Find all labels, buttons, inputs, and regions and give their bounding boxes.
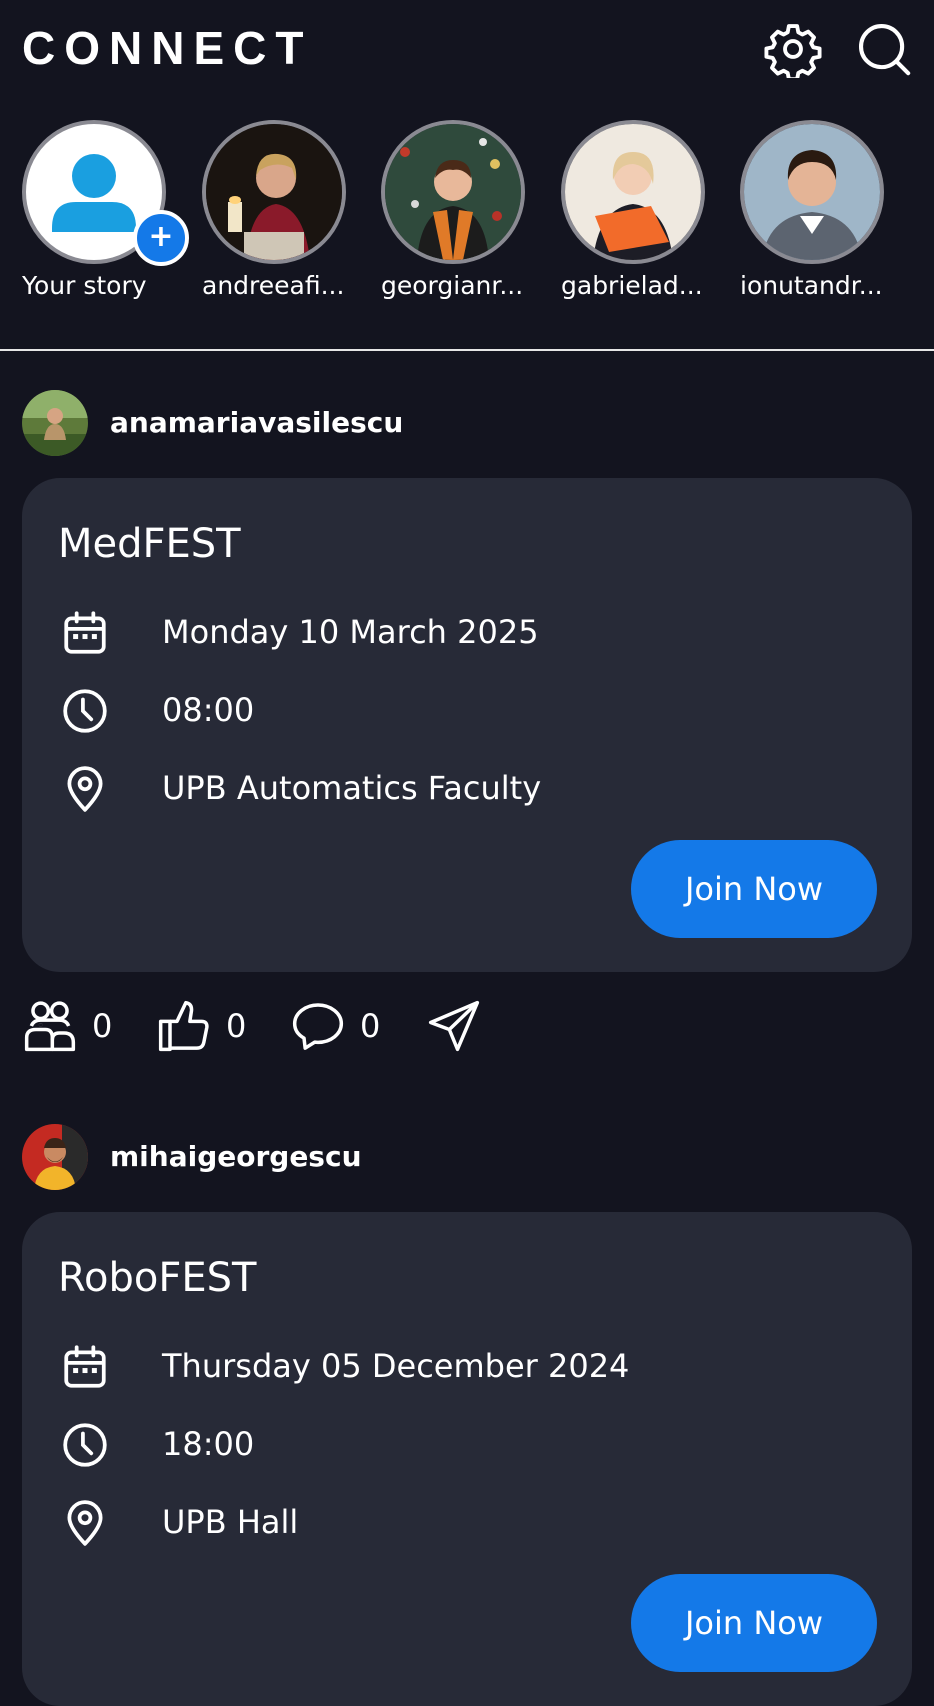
- participants-icon: [22, 998, 78, 1054]
- event-date-row: Thursday 05 December 2024: [60, 1336, 860, 1396]
- story-your-story[interactable]: + Your story: [22, 118, 172, 318]
- avatar[interactable]: [22, 1124, 88, 1190]
- stories-bar: + Your story andreeafi...: [0, 118, 934, 318]
- comment-button[interactable]: 0: [290, 994, 400, 1058]
- like-button[interactable]: 0: [156, 994, 266, 1058]
- likes-count: 0: [226, 1004, 246, 1048]
- event-date-row: Monday 10 March 2025: [60, 602, 860, 662]
- story-avatar: [561, 120, 705, 264]
- clock-icon: [60, 686, 110, 736]
- add-story-button[interactable]: +: [133, 210, 189, 266]
- participants-count: 0: [92, 1004, 112, 1048]
- event-time: 08:00: [162, 688, 254, 732]
- app-title: CONNECT: [22, 18, 312, 78]
- story-label: ionutandr...: [740, 268, 890, 304]
- event-time-row: 18:00: [60, 1414, 860, 1474]
- gear-icon[interactable]: [764, 20, 822, 78]
- event-location: UPB Hall: [162, 1500, 298, 1544]
- avatar[interactable]: [22, 390, 88, 456]
- event-card: RoboFEST Thursday 05 December 2024 18:00…: [22, 1212, 912, 1706]
- participants-button[interactable]: 0: [22, 994, 132, 1058]
- story-label: Your story: [22, 268, 172, 304]
- story-label: georgianr...: [381, 268, 531, 304]
- location-pin-icon: [60, 764, 110, 814]
- story-label: andreeafi...: [202, 268, 352, 304]
- event-location-row: UPB Hall: [60, 1492, 860, 1552]
- event-title: RoboFEST: [58, 1250, 256, 1306]
- join-now-button[interactable]: Join Now: [631, 1574, 877, 1672]
- author-name[interactable]: mihaigeorgescu: [110, 1138, 362, 1176]
- author-name[interactable]: anamariavasilescu: [110, 404, 403, 442]
- calendar-icon: [60, 608, 110, 658]
- story-georgianr[interactable]: georgianr...: [381, 118, 531, 318]
- location-pin-icon: [60, 1498, 110, 1548]
- calendar-icon: [60, 1342, 110, 1392]
- stories-divider: [0, 349, 934, 351]
- story-label: gabrielad...: [561, 268, 711, 304]
- comment-icon: [290, 998, 346, 1054]
- event-location-row: UPB Automatics Faculty: [60, 758, 860, 818]
- app-header: CONNECT: [0, 0, 934, 100]
- search-icon[interactable]: [855, 20, 913, 78]
- event-title: MedFEST: [58, 516, 241, 572]
- event-date: Thursday 05 December 2024: [162, 1344, 629, 1388]
- story-gabrielad[interactable]: gabrielad...: [561, 118, 711, 318]
- join-now-button[interactable]: Join Now: [631, 840, 877, 938]
- post-author[interactable]: mihaigeorgescu: [22, 1124, 722, 1192]
- send-icon: [426, 998, 482, 1054]
- story-avatar: [740, 120, 884, 264]
- event-card: MedFEST Monday 10 March 2025 08:00 UPB A…: [22, 478, 912, 972]
- event-time-row: 08:00: [60, 680, 860, 740]
- post-author[interactable]: anamariavasilescu: [22, 390, 722, 458]
- story-ionutandr[interactable]: ionutandr...: [740, 118, 890, 318]
- event-location: UPB Automatics Faculty: [162, 766, 541, 810]
- story-avatar: [381, 120, 525, 264]
- share-button[interactable]: [426, 994, 486, 1058]
- event-date: Monday 10 March 2025: [162, 610, 539, 654]
- thumbs-up-icon: [156, 998, 212, 1054]
- story-andreeafi[interactable]: andreeafi...: [202, 118, 352, 318]
- clock-icon: [60, 1420, 110, 1470]
- post-actions: 0 0 0: [22, 994, 522, 1058]
- event-time: 18:00: [162, 1422, 254, 1466]
- story-avatar: [202, 120, 346, 264]
- comments-count: 0: [360, 1004, 380, 1048]
